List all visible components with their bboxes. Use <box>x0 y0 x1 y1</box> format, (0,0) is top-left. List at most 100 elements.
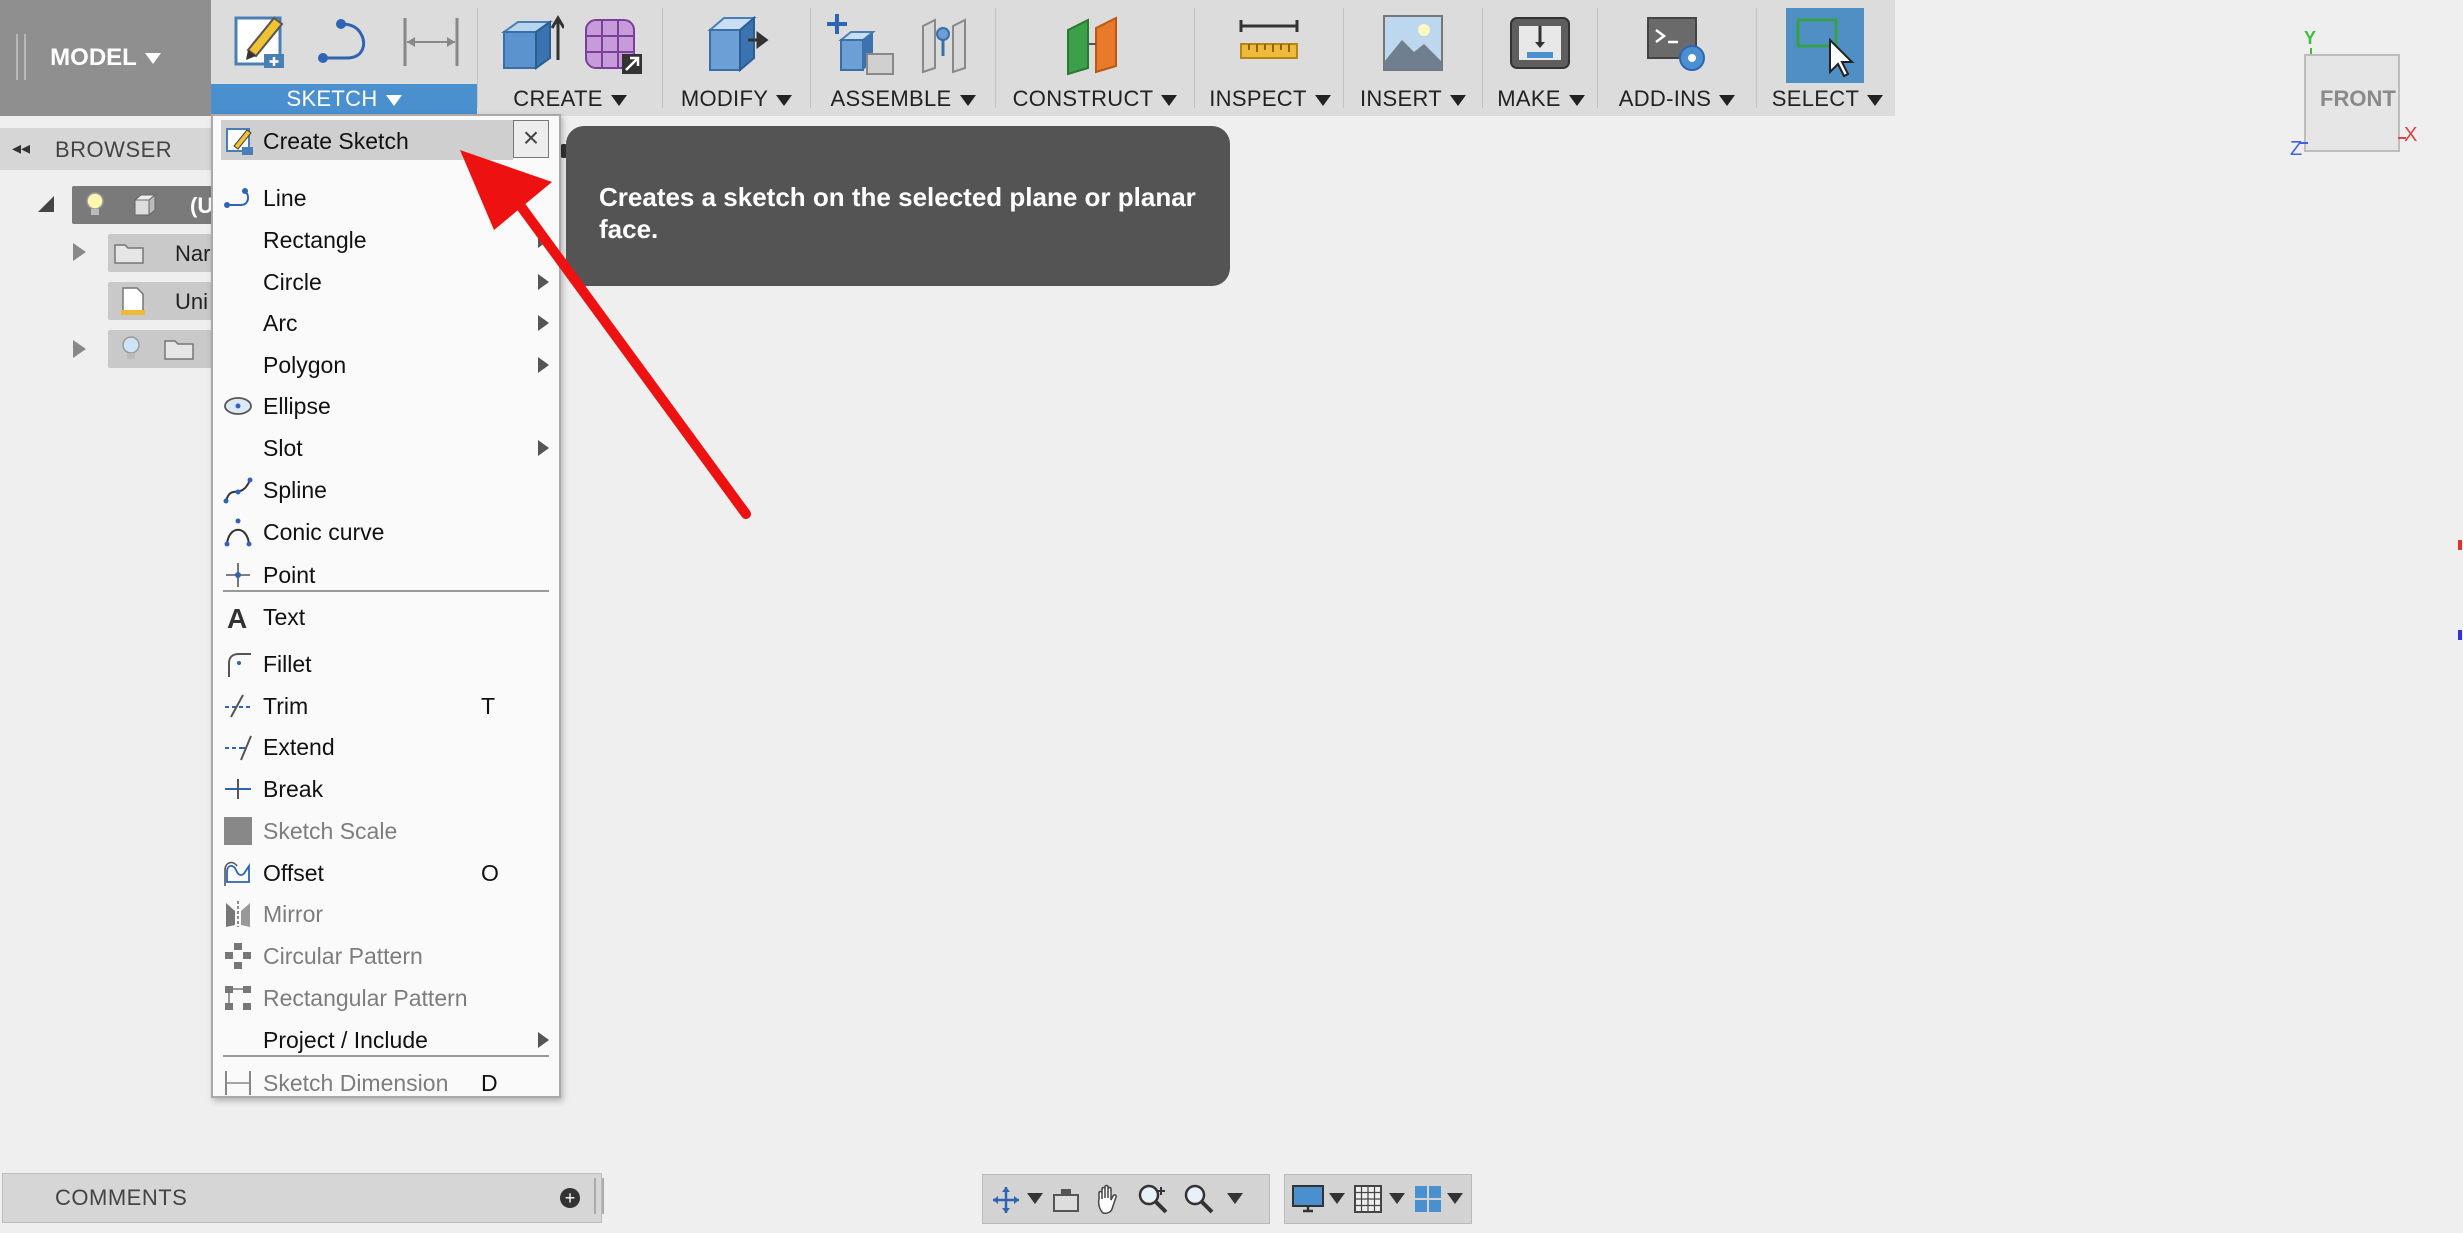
menu-item-fillet[interactable]: Fillet <box>213 643 559 685</box>
axis-z-line <box>2300 142 2308 144</box>
construct-group[interactable]: CONSTRUCT <box>998 0 1192 116</box>
insert-image-icon[interactable] <box>1380 12 1446 74</box>
inspect-group-label[interactable]: INSPECT <box>1197 86 1343 112</box>
look-at-icon[interactable] <box>1051 1187 1081 1213</box>
menu-item-sketch-scale[interactable]: Sketch Scale <box>213 810 559 852</box>
addins-group-label[interactable]: ADD-INS <box>1600 86 1754 112</box>
browser-header[interactable]: ◂◂ BROWSER <box>0 128 211 170</box>
construct-group-label[interactable]: CONSTRUCT <box>998 86 1192 112</box>
menu-item-extend[interactable]: Extend <box>213 726 559 768</box>
chevron-down-icon[interactable] <box>1329 1193 1345 1204</box>
menu-item-break[interactable]: Break <box>213 768 559 810</box>
chevron-down-icon <box>1719 94 1736 106</box>
tree-row-origin[interactable] <box>108 330 212 368</box>
joint-icon[interactable] <box>913 12 979 76</box>
menu-item-mirror[interactable]: Mirror <box>213 893 559 935</box>
workspace-switcher-button[interactable]: MODEL <box>0 0 211 116</box>
sketch-group-label[interactable]: SKETCH <box>211 86 477 112</box>
orbit-icon[interactable] <box>991 1185 1021 1215</box>
line-tool-icon[interactable] <box>315 14 375 68</box>
insert-group-label[interactable]: INSERT <box>1346 86 1480 112</box>
create-sketch-icon[interactable] <box>230 10 290 72</box>
menu-item-label: Offset <box>263 860 324 886</box>
point-icon <box>226 563 250 587</box>
menu-item-label: Polygon <box>263 352 347 378</box>
addins-group[interactable]: ADD-INS <box>1600 0 1754 116</box>
select-group[interactable]: SELECT <box>1760 0 1895 116</box>
sketch-group[interactable]: SKETCH <box>211 0 477 116</box>
assemble-group[interactable]: ASSEMBLE <box>813 0 993 116</box>
menu-item-trim[interactable]: Trim T <box>213 685 559 727</box>
add-comment-icon[interactable]: + <box>560 1188 580 1208</box>
menu-item-rectangular-pattern[interactable]: Rectangular Pattern <box>213 977 559 1019</box>
tree-expand-icon[interactable] <box>36 194 56 219</box>
viewcube[interactable]: FRONT <box>2304 54 2400 152</box>
tree-row-named-views[interactable]: Nar <box>108 234 212 272</box>
create-group[interactable]: CREATE <box>480 0 660 116</box>
viewports-icon[interactable] <box>1413 1184 1443 1214</box>
extrude-icon[interactable] <box>500 12 564 74</box>
menu-item-label: Sketch Scale <box>263 818 398 844</box>
measure-icon[interactable] <box>1237 18 1301 64</box>
new-component-icon[interactable] <box>827 10 897 78</box>
modify-group-label[interactable]: MODIFY <box>665 86 808 112</box>
navigation-bar <box>982 1174 1472 1224</box>
select-cursor-icon[interactable] <box>1790 14 1860 78</box>
insert-group[interactable]: INSERT <box>1346 0 1480 116</box>
edge-marker <box>2458 630 2462 640</box>
scripts-addins-icon[interactable] <box>1644 12 1710 76</box>
form-icon[interactable] <box>580 10 646 76</box>
menu-item-offset[interactable]: Offset O <box>213 852 559 894</box>
tree-row-units[interactable]: Uni <box>108 282 212 320</box>
make-group-label[interactable]: MAKE <box>1485 86 1597 112</box>
tree-row-root[interactable]: (U <box>72 186 214 224</box>
menu-item-label: Sketch Dimension <box>263 1070 449 1096</box>
panel-grip-icon[interactable] <box>594 1178 604 1214</box>
offset-plane-icon[interactable] <box>1062 10 1128 76</box>
menu-item-circular-pattern[interactable]: Circular Pattern <box>213 935 559 977</box>
edge-marker <box>2458 540 2462 550</box>
fit-zoom-icon[interactable] <box>1183 1183 1215 1215</box>
3d-print-icon[interactable] <box>1507 12 1573 74</box>
chevron-down-icon[interactable] <box>1447 1193 1463 1204</box>
tree-expand-icon[interactable] <box>73 243 86 261</box>
inspect-group[interactable]: INSPECT <box>1197 0 1343 116</box>
chevron-down-icon[interactable] <box>1389 1193 1405 1204</box>
display-settings-icon[interactable] <box>1291 1183 1325 1215</box>
zoom-icon[interactable] <box>1137 1183 1169 1215</box>
menu-item-label: Line <box>263 185 307 211</box>
toolbar-divider <box>1597 8 1598 108</box>
menu-item-sketch-dimension[interactable]: Sketch Dimension D <box>213 1062 559 1104</box>
chevron-down-icon[interactable] <box>1027 1193 1043 1204</box>
menu-item-label: Rectangle <box>263 227 367 253</box>
chevron-down-icon <box>385 94 402 106</box>
tree-row-label: (U <box>190 193 214 218</box>
menu-item-label: Break <box>263 776 324 802</box>
sketch-dimension-tool-icon[interactable] <box>399 14 463 70</box>
chevron-down-icon <box>959 94 976 106</box>
make-group[interactable]: MAKE <box>1485 0 1597 116</box>
pan-hand-icon[interactable] <box>1095 1183 1125 1215</box>
menu-item-label: Point <box>263 562 316 588</box>
menu-item-label: Ellipse <box>263 393 331 419</box>
create-group-label[interactable]: CREATE <box>480 86 660 112</box>
menu-item-text[interactable]: A Text <box>213 596 559 638</box>
lightbulb-icon[interactable] <box>84 191 106 219</box>
menu-item-label: Slot <box>263 435 303 461</box>
comments-panel[interactable]: COMMENTS + <box>2 1173 602 1223</box>
toolbar-grip-icon[interactable] <box>16 34 26 80</box>
toolbar-divider <box>477 8 478 108</box>
grid-icon[interactable] <box>1353 1184 1383 1214</box>
svg-text:A: A <box>227 603 247 632</box>
component-icon <box>133 193 157 217</box>
browser-title: BROWSER <box>55 137 173 162</box>
tree-expand-icon[interactable] <box>73 340 86 358</box>
chevron-down-icon[interactable] <box>1227 1193 1243 1204</box>
chevron-down-icon <box>144 52 161 64</box>
press-pull-icon[interactable] <box>704 12 770 74</box>
collapse-panel-icon[interactable]: ◂◂ <box>12 138 30 159</box>
modify-group[interactable]: MODIFY <box>665 0 808 116</box>
select-group-label[interactable]: SELECT <box>1760 86 1895 112</box>
assemble-group-label[interactable]: ASSEMBLE <box>813 86 993 112</box>
lightbulb-icon[interactable] <box>120 335 142 363</box>
